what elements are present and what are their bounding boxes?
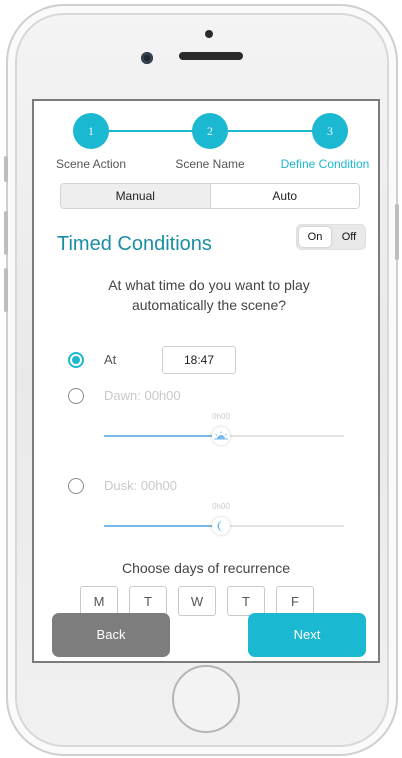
dawn-label: Dawn: 00h00 [104, 388, 181, 403]
dusk-slider-value: 0h00 [212, 502, 230, 511]
dawn-slider-value: 0h00 [212, 412, 230, 421]
day-selector: M T W T F [80, 586, 314, 616]
step-connector [108, 130, 194, 132]
mute-switch [4, 156, 8, 182]
time-question: At what time do you want to play automat… [108, 277, 310, 313]
auto-tab[interactable]: Auto [209, 184, 359, 208]
day-thursday[interactable]: T [227, 586, 265, 616]
dusk-slider-thumb[interactable] [212, 517, 230, 535]
day-monday[interactable]: M [80, 586, 118, 616]
moon-icon [217, 520, 223, 532]
day-wednesday[interactable]: W [178, 586, 216, 616]
day-friday[interactable]: F [276, 586, 314, 616]
dusk-radio[interactable] [68, 478, 84, 494]
next-button[interactable]: Next [248, 613, 366, 657]
app-screen: 1 2 3 Scene Action Scene Name Define Con… [32, 99, 380, 663]
at-radio[interactable] [68, 352, 84, 368]
volume-down-button [4, 268, 8, 312]
manual-tab[interactable]: Manual [61, 184, 210, 208]
section-title: Timed Conditions [57, 233, 212, 255]
step-1-label: Scene Action [55, 157, 127, 171]
power-button [395, 204, 399, 260]
home-button[interactable] [172, 665, 240, 733]
step-3-circle[interactable]: 3 [312, 113, 348, 149]
progress-stepper: 1 2 3 Scene Action Scene Name Define Con… [34, 101, 378, 181]
step-connector [228, 130, 314, 132]
on-off-toggle[interactable]: On Off [296, 224, 366, 250]
step-2-label: Scene Name [175, 157, 245, 171]
days-title: Choose days of recurrence [121, 560, 291, 576]
dusk-slider-fill [104, 525, 221, 527]
dawn-radio[interactable] [68, 388, 84, 404]
back-button[interactable]: Back [52, 613, 170, 657]
step-2-circle[interactable]: 2 [192, 113, 228, 149]
step-3-label: Define Condition [280, 157, 370, 171]
sunrise-icon [214, 431, 228, 440]
day-tuesday[interactable]: T [129, 586, 167, 616]
volume-up-button [4, 211, 8, 255]
dawn-slider-fill [104, 435, 221, 437]
dusk-label: Dusk: 00h00 [104, 478, 177, 493]
step-1-circle[interactable]: 1 [73, 113, 109, 149]
toggle-on-option[interactable]: On [299, 227, 331, 247]
proximity-sensor [205, 30, 213, 38]
dawn-slider-thumb[interactable] [212, 427, 230, 445]
toggle-off-option[interactable]: Off [333, 227, 365, 247]
time-input[interactable]: 18:47 [162, 346, 236, 374]
at-label: At [104, 352, 117, 367]
earpiece-speaker [179, 52, 243, 60]
front-camera-icon [141, 52, 153, 64]
mode-segmented-control: Manual Auto [60, 183, 360, 209]
